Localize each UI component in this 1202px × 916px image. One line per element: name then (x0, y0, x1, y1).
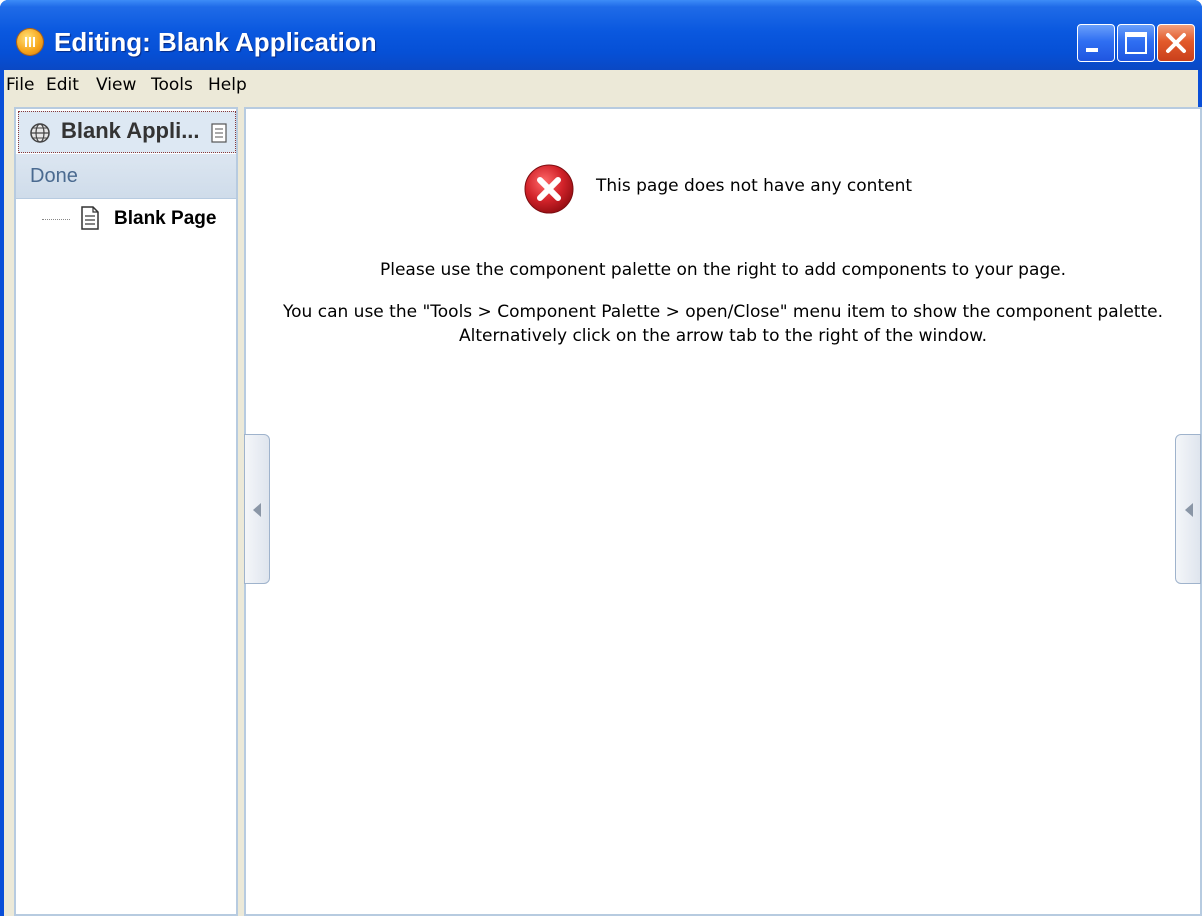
minimize-button[interactable] (1077, 24, 1115, 62)
globe-icon (30, 123, 50, 143)
instruction-line-3: Alternatively click on the arrow tab to … (459, 326, 987, 346)
menu-help[interactable]: Help (208, 75, 247, 95)
title-bar[interactable]: Editing: Blank Application (0, 0, 1202, 70)
collapse-arrow-icon (253, 503, 261, 517)
instruction-line-2: You can use the "Tools > Component Palet… (283, 302, 1163, 322)
component-palette-tab[interactable] (1175, 434, 1201, 584)
page-editor-panel (244, 107, 1202, 916)
application-logo-icon[interactable] (17, 29, 43, 55)
close-icon (1166, 33, 1186, 53)
menu-view[interactable]: View (96, 75, 136, 95)
menu-edit[interactable]: Edit (46, 75, 79, 95)
minimize-icon (1086, 48, 1098, 52)
empty-page-message: This page does not have any content (596, 176, 913, 196)
instruction-line-1: Please use the component palette on the … (379, 260, 1067, 280)
done-label: Done (30, 165, 78, 187)
menu-bar: File Edit View Tools Help (4, 70, 1198, 100)
application-name: Blank Appli... (61, 118, 200, 143)
maximize-button[interactable] (1117, 24, 1155, 62)
close-button[interactable] (1157, 24, 1195, 62)
left-collapse-tab[interactable] (244, 434, 270, 584)
document-icon[interactable] (211, 123, 227, 143)
tree-item-blank-page[interactable]: Blank Page (36, 205, 236, 233)
tree-item-label: Blank Page (114, 208, 217, 229)
page-icon (81, 206, 99, 230)
done-button[interactable]: Done (16, 154, 236, 199)
error-icon (524, 164, 574, 214)
tree-connector (42, 219, 70, 220)
window-title: Editing: Blank Application (54, 27, 377, 57)
menu-file[interactable]: File (6, 75, 34, 95)
maximize-icon (1125, 32, 1147, 54)
application-header[interactable]: Blank Appli... (18, 111, 236, 153)
menu-tools[interactable]: Tools (151, 75, 193, 95)
application-tree-panel: Blank Appli... Done Blank Page (14, 107, 238, 916)
expand-palette-arrow-icon (1185, 503, 1193, 517)
